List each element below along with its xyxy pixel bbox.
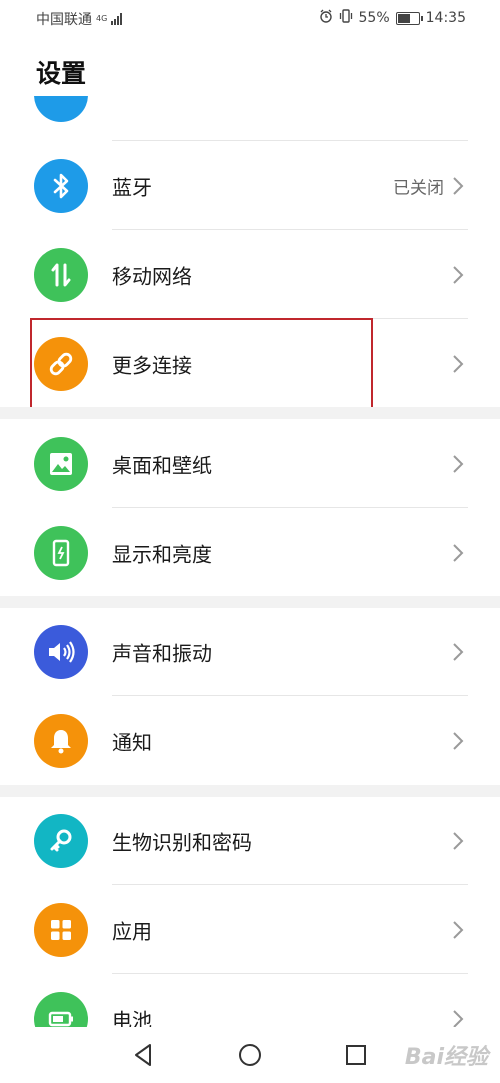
- status-bar: 中国联通 4G 55% 14:35: [0, 0, 500, 36]
- settings-item-mobile-network[interactable]: 移动网络: [0, 230, 500, 319]
- item-label: 声音和振动: [112, 641, 212, 665]
- item-label: 应用: [112, 919, 152, 943]
- network-type: 4G: [96, 14, 108, 23]
- settings-item-sound[interactable]: 声音和振动: [0, 607, 500, 696]
- settings-item-wallpaper[interactable]: 桌面和壁纸: [0, 419, 500, 508]
- settings-item-display[interactable]: 显示和亮度: [0, 508, 500, 597]
- chevron-right-icon: [453, 831, 464, 850]
- settings-item-notifications[interactable]: 通知: [0, 696, 500, 785]
- item-value: 已关闭: [393, 178, 444, 198]
- carrier-name: 中国联通: [36, 12, 92, 28]
- mobile-data-icon: [34, 247, 88, 302]
- bell-icon: [34, 713, 88, 768]
- partial-list-item[interactable]: [0, 96, 500, 140]
- sound-icon: [34, 624, 88, 679]
- display-icon: [34, 525, 88, 580]
- key-icon: [34, 813, 88, 868]
- chevron-right-icon: [453, 454, 464, 473]
- section-gap: [0, 407, 500, 419]
- chevron-right-icon: [453, 176, 464, 195]
- battery-percent: 55%: [358, 10, 390, 26]
- clock: 14:35: [425, 10, 466, 26]
- settings-item-biometrics[interactable]: 生物识别和密码: [0, 796, 500, 885]
- chevron-right-icon: [453, 543, 464, 562]
- battery-icon: [395, 11, 423, 25]
- highlight-box: [30, 318, 373, 414]
- chevron-right-icon: [453, 354, 464, 373]
- item-label: 显示和亮度: [112, 542, 212, 566]
- chevron-right-icon: [453, 1009, 464, 1028]
- apps-icon: [34, 902, 88, 957]
- item-label: 移动网络: [112, 264, 192, 288]
- vibrate-icon: [339, 9, 353, 27]
- watermark-logo: Bai经验: [404, 1045, 488, 1070]
- chevron-right-icon: [453, 731, 464, 750]
- bluetooth-icon: [34, 158, 88, 213]
- item-label: 蓝牙: [112, 175, 152, 199]
- wifi-icon: [34, 96, 88, 122]
- home-icon[interactable]: [236, 1041, 264, 1069]
- alarm-icon: [319, 9, 333, 27]
- chevron-right-icon: [453, 642, 464, 661]
- recents-icon[interactable]: [342, 1041, 370, 1069]
- page-title: 设置: [36, 59, 87, 88]
- chevron-right-icon: [453, 920, 464, 939]
- item-label: 桌面和壁纸: [112, 453, 212, 477]
- signal-icon: [111, 13, 123, 25]
- back-icon[interactable]: [130, 1041, 158, 1069]
- settings-item-bluetooth[interactable]: 蓝牙 已关闭: [0, 141, 500, 230]
- settings-item-apps[interactable]: 应用: [0, 885, 500, 974]
- item-label: 生物识别和密码: [112, 830, 252, 854]
- wallpaper-icon: [34, 436, 88, 491]
- navigation-bar: Bai经验: [0, 1027, 500, 1083]
- chevron-right-icon: [453, 265, 464, 284]
- item-label: 通知: [112, 730, 152, 754]
